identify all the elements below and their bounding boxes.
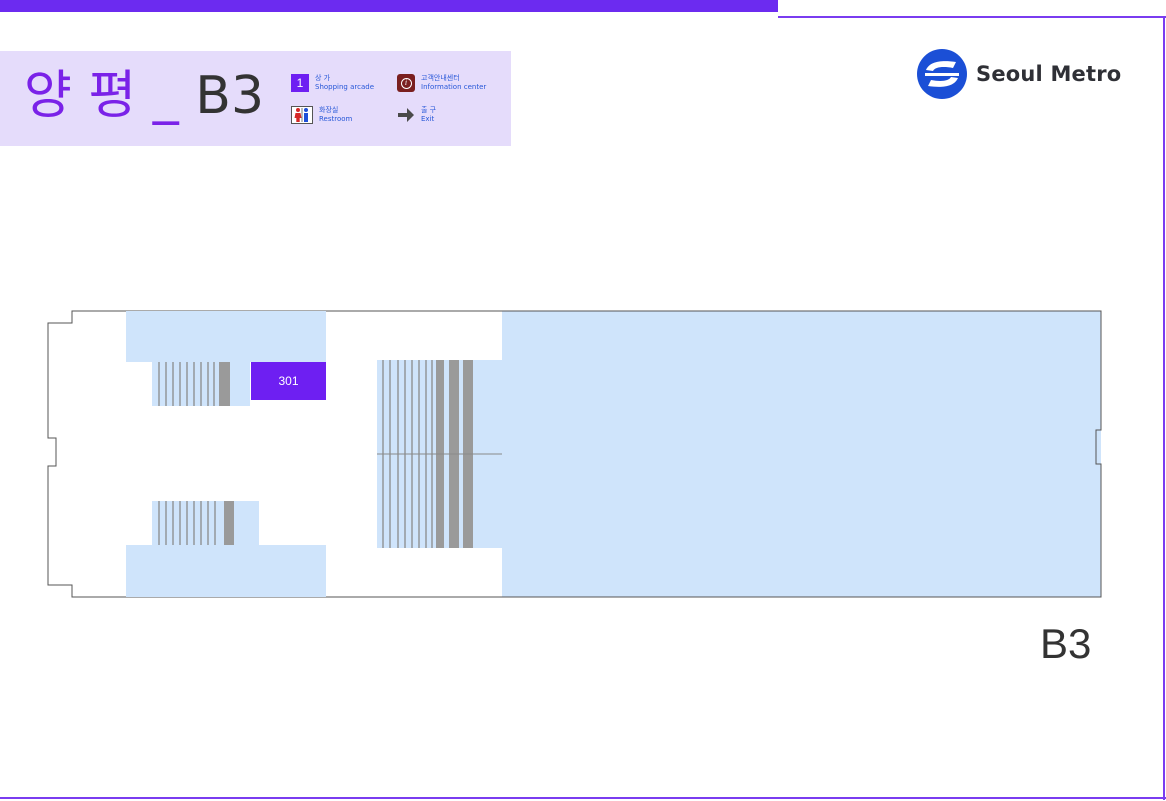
concourse-area [502,311,1101,597]
stair-lower-left [152,501,259,545]
floor-label: B3 [1040,620,1092,667]
floor-plan: 301 [47,310,1102,598]
stair-central [377,360,502,548]
lower-area [126,545,326,597]
shop-unit-label: 301 [278,374,298,388]
stair-upper-left [152,362,250,406]
